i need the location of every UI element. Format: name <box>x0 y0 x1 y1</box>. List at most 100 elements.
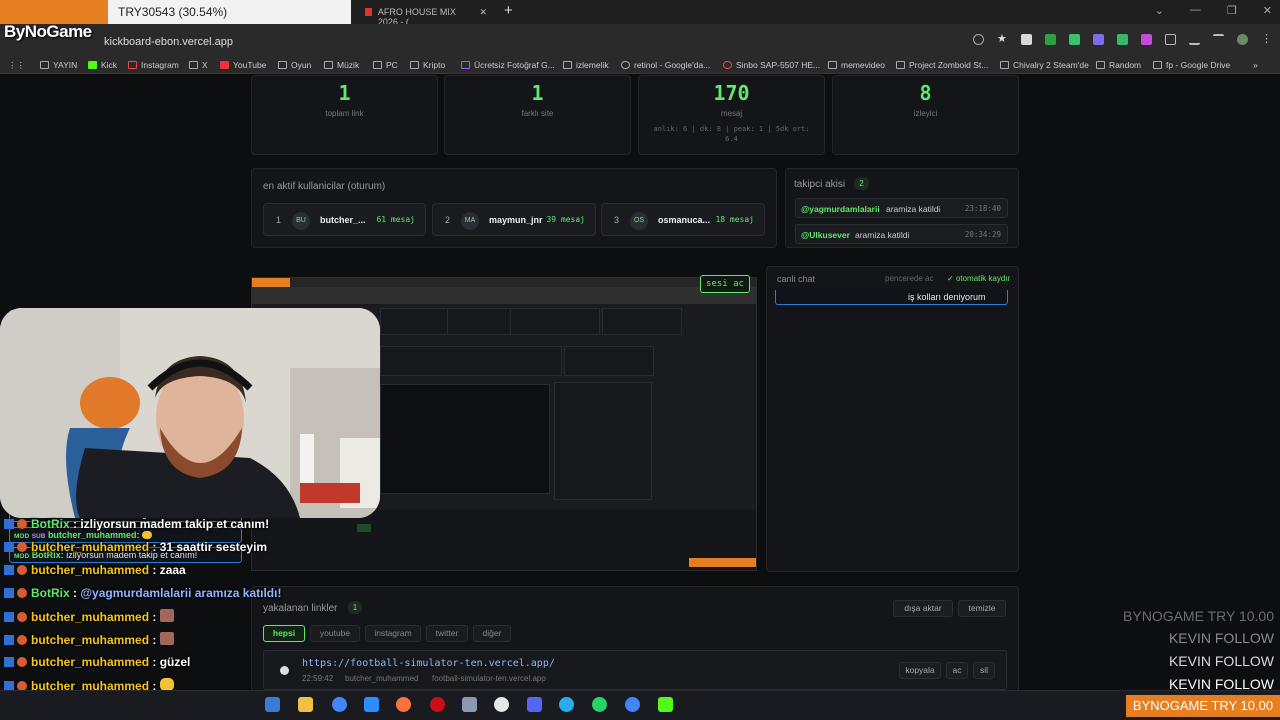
chevron-down-icon[interactable]: ⌄ <box>1155 4 1164 17</box>
extension-icon[interactable] <box>1069 34 1080 45</box>
obs-icon[interactable] <box>494 697 509 712</box>
alert-line: BYNOGAME TRY 10.00 <box>1123 608 1274 624</box>
close-window-button[interactable]: ✕ <box>1263 4 1272 17</box>
bookmark-item[interactable]: fp - Google Drive <box>1153 60 1230 70</box>
overlay-user: butcher_muhammed <box>31 655 150 669</box>
bookmark-item[interactable]: Kick <box>88 60 117 70</box>
filter-youtube[interactable]: youtube <box>310 625 360 642</box>
url-field[interactable]: kickboard-ebon.vercel.app <box>104 36 233 48</box>
more-bookmarks-icon[interactable]: » <box>1253 60 1258 70</box>
opera-icon[interactable] <box>430 697 445 712</box>
app-icon[interactable] <box>265 697 280 712</box>
folder-icon <box>373 61 382 69</box>
bookmark-item[interactable]: YouTube <box>220 60 266 70</box>
message-count: 39 mesaj <box>546 215 585 224</box>
bookmark-item[interactable]: Ücretsiz Fotoğraf G... <box>461 60 555 70</box>
chrome-icon[interactable] <box>332 697 347 712</box>
bookmark-label: retinol - Google'da... <box>634 60 711 70</box>
bookmark-item[interactable]: YAYIN <box>40 60 77 70</box>
filter-all[interactable]: hepsi <box>263 625 305 642</box>
star-icon[interactable]: ★ <box>997 34 1008 45</box>
kick-icon[interactable] <box>658 697 673 712</box>
export-button[interactable]: dışa aktar <box>893 600 953 617</box>
bookmark-label: izlemelik <box>576 60 609 70</box>
open-in-window-button[interactable]: pencerede ac <box>885 274 933 283</box>
kick-icon <box>88 61 97 69</box>
bookmark-item[interactable]: Oyun <box>278 60 311 70</box>
check-icon: ✓ <box>947 274 956 283</box>
bookmark-label: Instagram <box>141 60 179 70</box>
minimize-button[interactable]: — <box>1190 4 1201 17</box>
discord-icon[interactable] <box>527 697 542 712</box>
drive-icon <box>1153 61 1162 69</box>
avatar[interactable] <box>1237 34 1248 45</box>
bookmark-item[interactable]: Müzik <box>324 60 359 70</box>
bookmark-item[interactable]: memevideo <box>828 60 885 70</box>
shop-icon <box>723 61 732 69</box>
overlay-chat-line: BotRix : izliyorsun madem takip et canım… <box>4 517 269 531</box>
stat-label: mesaj <box>720 109 743 118</box>
zoom-icon[interactable] <box>973 34 984 45</box>
bookmark-item[interactable]: Random <box>1096 60 1141 70</box>
extension-icon[interactable] <box>1117 34 1128 45</box>
follower-stream-title: takipci akisi <box>794 179 846 190</box>
bookmark-item[interactable]: Instagram <box>128 60 179 70</box>
follower-time: 23:18:40 <box>964 204 1001 213</box>
copy-button[interactable]: kopyala <box>899 662 941 679</box>
new-tab-button[interactable]: + <box>504 2 513 19</box>
clear-button[interactable]: temizle <box>958 600 1006 617</box>
bookmark-label: Ücretsiz Fotoğraf G... <box>474 60 555 70</box>
bookmark-item[interactable]: X <box>189 60 208 70</box>
mail-icon[interactable] <box>364 697 379 712</box>
filter-twitter[interactable]: twitter <box>426 625 468 642</box>
apps-grid-icon[interactable]: ⋮⋮ <box>8 60 25 71</box>
follower-user: @yagmurdamlalarii <box>801 204 880 214</box>
whatsapp-icon[interactable] <box>592 697 607 712</box>
badge-icon <box>17 657 27 667</box>
autoscroll-toggle[interactable]: ✓ otomatik kaydır <box>947 274 1010 283</box>
chrome-icon[interactable] <box>625 697 640 712</box>
extension-icon[interactable] <box>1093 34 1104 45</box>
user-chip[interactable]: 2 MA maymun_jnr 39 mesaj <box>432 203 596 236</box>
open-button[interactable]: ac <box>946 662 968 679</box>
extensions-puzzle-icon[interactable] <box>1165 34 1176 45</box>
telegram-icon[interactable] <box>559 697 574 712</box>
unmute-button[interactable]: sesi ac <box>700 275 750 293</box>
chat-user[interactable]: butcher_muhammed: <box>48 530 140 540</box>
bookmark-item[interactable]: Chivalry 2 Steam'de <box>1000 60 1089 70</box>
user-chip[interactable]: 3 OS osmanuca... 18 mesaj <box>601 203 765 236</box>
bookmark-item[interactable]: Project Zomboid St... <box>896 60 988 70</box>
link-user: butcher_muhammed <box>345 674 419 683</box>
extension-icon[interactable] <box>1141 34 1152 45</box>
link-url[interactable]: https://football-simulator-ten.vercel.ap… <box>302 658 555 669</box>
follower-user: @Ulkusever <box>801 230 850 240</box>
tab-music[interactable]: AFRO HOUSE MIX 2026 - (✕ <box>351 0 501 27</box>
badge-icon <box>17 635 27 645</box>
bookmark-item[interactable]: Kripto <box>410 60 445 70</box>
user-chip[interactable]: 1 BU butcher_... 61 mesaj <box>263 203 426 236</box>
folder-icon[interactable] <box>298 697 313 712</box>
stat-label: toplam link <box>325 109 364 118</box>
menu-icon[interactable]: ⋮ <box>1261 34 1272 45</box>
delete-button[interactable]: sil <box>973 662 995 679</box>
maximize-button[interactable]: ❐ <box>1227 4 1237 17</box>
badge-icon <box>17 542 27 552</box>
close-icon[interactable]: ✕ <box>479 7 487 17</box>
overlay-separator: : <box>149 563 160 577</box>
download-icon[interactable] <box>1189 34 1200 45</box>
filter-instagram[interactable]: instagram <box>365 625 421 642</box>
stream-tab-orange[interactable] <box>0 0 108 24</box>
bookmark-item[interactable]: izlemelik <box>563 60 609 70</box>
overlay-chat-line: butcher_muhammed : zaaa <box>4 563 186 577</box>
app-icon[interactable] <box>462 697 477 712</box>
tab-active[interactable]: TRY30543 (30.54%) <box>108 0 351 24</box>
overlay-user: butcher_muhammed <box>31 540 150 554</box>
extension-icon[interactable] <box>1021 34 1032 45</box>
bookmark-item[interactable]: PC <box>373 60 398 70</box>
bookmark-item[interactable]: Sinbo SAP-5507 HE... <box>723 60 820 70</box>
media-icon[interactable] <box>1213 34 1224 45</box>
bookmark-item[interactable]: retinol - Google'da... <box>621 60 710 70</box>
firefox-icon[interactable] <box>396 697 411 712</box>
extension-icon[interactable] <box>1045 34 1056 45</box>
filter-other[interactable]: diğer <box>473 625 511 642</box>
